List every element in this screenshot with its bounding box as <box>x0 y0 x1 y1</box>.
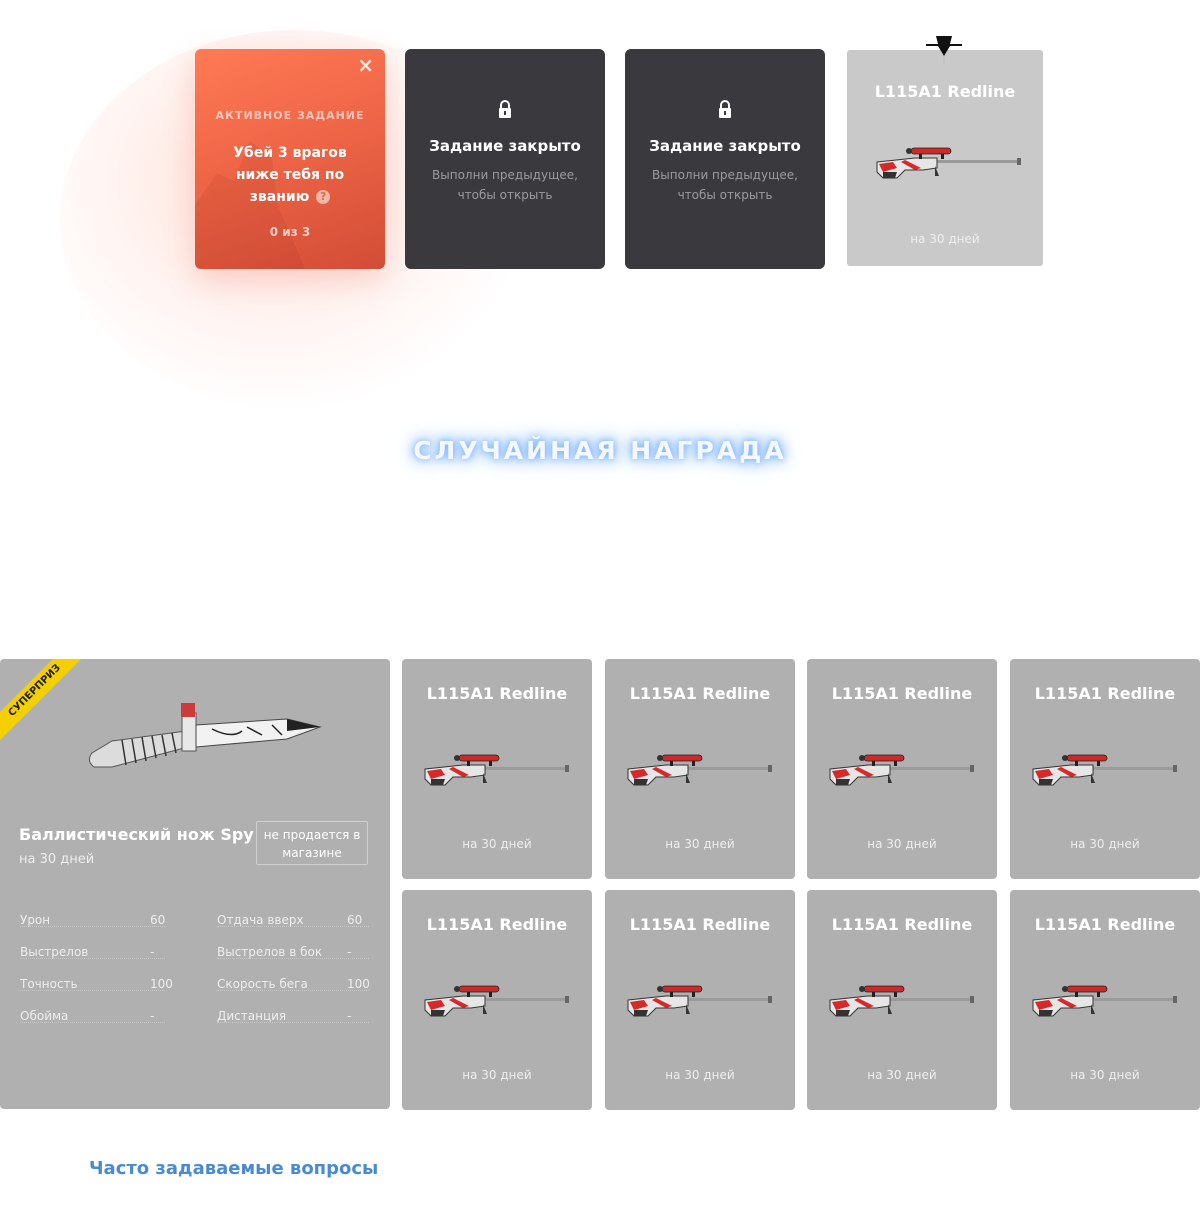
active-task-card[interactable]: × АКТИВНОЕ ЗАДАНИЕ Убей 3 врагов ниже те… <box>195 49 385 269</box>
reward-duration: на 30 дней <box>867 1068 937 1082</box>
reward-duration: на 30 дней <box>1070 1068 1140 1082</box>
stat-row: Выстрелов в бок - <box>217 945 369 961</box>
reward-card[interactable]: L115A1 Redline на 30 дней <box>402 659 592 879</box>
stat-row: Скорость бега 100 <box>217 977 370 993</box>
reward-title: L115A1 Redline <box>629 915 771 934</box>
reward-title: L115A1 Redline <box>1034 684 1176 703</box>
task-reward-card[interactable]: L115A1 Redline на 30 дней <box>847 50 1043 266</box>
superprize-name: Баллистический нож Spy <box>19 825 254 844</box>
locked-task-title: Задание закрыто <box>429 137 581 155</box>
rifle-image <box>627 985 773 1017</box>
locked-task-subtitle: Выполни предыдущее, чтобы открыть <box>652 168 798 202</box>
reward-title: L115A1 Redline <box>426 915 568 934</box>
superprize-ribbon: СУПЕРПРИЗ <box>0 659 95 754</box>
locked-task-card: Задание закрыто Выполни предыдущее, чтоб… <box>405 49 605 269</box>
rifle-image <box>424 754 570 786</box>
rifle-image <box>829 985 975 1017</box>
stat-value: 60 <box>347 913 363 927</box>
stat-row: Точность 100 <box>20 977 173 993</box>
reward-card[interactable]: L115A1 Redline на 30 дней <box>402 890 592 1110</box>
stat-value: - <box>347 1009 352 1023</box>
reward-card[interactable]: L115A1 Redline на 30 дней <box>1010 890 1200 1110</box>
rifle-image <box>1032 754 1178 786</box>
stat-row: Выстрелов - <box>20 945 165 961</box>
rifle-image <box>627 754 773 786</box>
rifle-image <box>829 754 975 786</box>
reward-card[interactable]: L115A1 Redline на 30 дней <box>605 890 795 1110</box>
stat-value: 60 <box>150 913 166 927</box>
section-title: СЛУЧАЙНАЯ НАГРАДА <box>413 436 787 465</box>
lock-icon <box>719 100 731 118</box>
stat-value: 100 <box>347 977 370 991</box>
superprize-card[interactable]: СУПЕРПРИЗ Баллистический нож Spy на 30 д… <box>0 659 390 1109</box>
stat-label: Отдача вверх <box>217 913 304 927</box>
reward-duration: на 30 дней <box>462 1068 532 1082</box>
stat-label: Дистанция <box>217 1009 287 1023</box>
locked-task-card: Задание закрыто Выполни предыдущее, чтоб… <box>625 49 825 269</box>
stat-row: Урон 60 <box>20 913 165 929</box>
stat-value: 100 <box>150 977 173 991</box>
reward-title: L115A1 Redline <box>874 82 1016 101</box>
rifle-image <box>1032 985 1178 1017</box>
stat-label: Обойма <box>20 1009 69 1023</box>
reward-card[interactable]: L115A1 Redline на 30 дней <box>807 659 997 879</box>
stat-value: - <box>150 945 155 959</box>
stat-row: Отдача вверх 60 <box>217 913 369 929</box>
rifle-image <box>876 147 1022 179</box>
lock-icon <box>499 100 511 118</box>
task-kicker: АКТИВНОЕ ЗАДАНИЕ <box>215 109 365 122</box>
stat-label: Скорость бега <box>217 977 308 991</box>
reward-title: L115A1 Redline <box>831 915 973 934</box>
reward-duration: на 30 дней <box>867 837 937 851</box>
stat-value: - <box>347 945 352 959</box>
stat-row: Обойма - <box>20 1009 165 1025</box>
locked-task-subtitle: Выполни предыдущее, чтобы открыть <box>432 168 578 202</box>
superprize-duration: на 30 дней <box>19 852 95 867</box>
not-sold-badge: не продается в магазине <box>256 821 368 865</box>
reward-duration: на 30 дней <box>910 232 980 246</box>
reward-card[interactable]: L115A1 Redline на 30 дней <box>807 890 997 1110</box>
reward-title: L115A1 Redline <box>629 684 771 703</box>
stat-label: Выстрелов <box>20 945 89 959</box>
reward-card[interactable]: L115A1 Redline на 30 дней <box>605 659 795 879</box>
task-progress: 0 из 3 <box>269 225 311 239</box>
superprize-badge: СУПЕРПРИЗ <box>0 659 95 752</box>
rifle-image <box>424 985 570 1017</box>
stat-label: Урон <box>20 913 51 927</box>
stat-value: - <box>150 1009 155 1023</box>
knife-image <box>88 703 322 768</box>
reward-duration: на 30 дней <box>665 1068 735 1082</box>
task-description: Убей 3 врагов ниже тебя по званию ? <box>213 142 367 208</box>
reward-duration: на 30 дней <box>665 837 735 851</box>
help-icon[interactable]: ? <box>316 190 331 204</box>
reward-title: L115A1 Redline <box>831 684 973 703</box>
close-icon[interactable]: × <box>357 55 374 75</box>
stat-label: Выстрелов в бок <box>217 945 323 959</box>
stat-row: Дистанция - <box>217 1009 369 1025</box>
reward-title: L115A1 Redline <box>1034 915 1176 934</box>
reward-title: L115A1 Redline <box>426 684 568 703</box>
locked-task-title: Задание закрыто <box>649 137 801 155</box>
pin-icon <box>926 36 962 65</box>
reward-card[interactable]: L115A1 Redline на 30 дней <box>1010 659 1200 879</box>
reward-duration: на 30 дней <box>1070 837 1140 851</box>
faq-link[interactable]: Часто задаваемые вопросы <box>89 1158 378 1179</box>
reward-duration: на 30 дней <box>462 837 532 851</box>
stat-label: Точность <box>20 977 78 991</box>
